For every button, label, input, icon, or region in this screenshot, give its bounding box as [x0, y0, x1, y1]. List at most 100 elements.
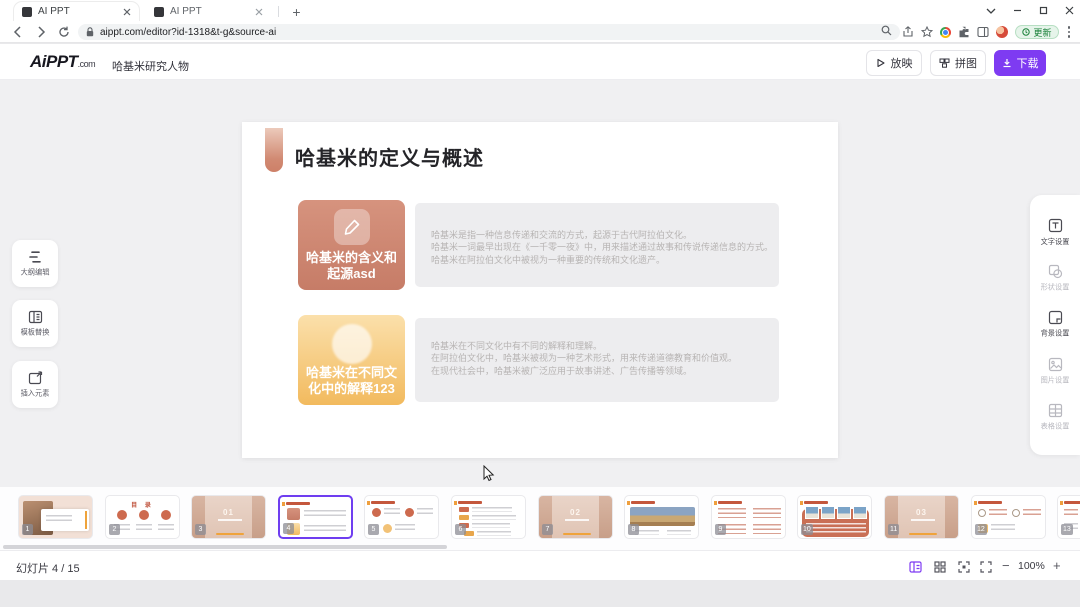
close-window-icon[interactable]: [1065, 6, 1074, 15]
template-swap-button[interactable]: 模板替换: [12, 300, 58, 347]
slide-thumbnail-1[interactable]: 1: [18, 495, 93, 539]
slide-thumbnail-4-selected[interactable]: 4: [278, 495, 353, 539]
browser-update-button[interactable]: 更新: [1015, 25, 1058, 39]
present-button[interactable]: 放映: [866, 50, 922, 76]
shape-settings-icon: [1048, 264, 1063, 279]
thumb-graphic: [46, 515, 72, 524]
zoom-out-button[interactable]: −: [1002, 558, 1010, 573]
thumb-number-badge: 12: [975, 524, 987, 535]
card-2-heading: 哈基米在不同文化中的解释123: [302, 365, 402, 397]
insert-element-button[interactable]: 插入元素: [12, 361, 58, 408]
status-bar: 幻灯片 4 / 15 − 100% +: [0, 550, 1080, 580]
zoom-in-button[interactable]: +: [1053, 558, 1061, 573]
maximize-icon[interactable]: [1039, 6, 1048, 15]
update-icon: [1022, 28, 1030, 36]
fullscreen-icon[interactable]: [978, 559, 993, 574]
thumb-number-badge: 9: [715, 524, 726, 535]
card-1-label-block[interactable]: 哈基米的含义和起源asd: [298, 200, 405, 290]
address-bar[interactable]: aippt.com/editor?id-1318&t-g&source-ai: [78, 24, 900, 40]
slide-thumbnail-7[interactable]: 02 7: [538, 495, 613, 539]
thumb-graphic: [806, 523, 866, 534]
slide-title[interactable]: 哈基米的定义与概述: [295, 142, 484, 171]
table-settings-button[interactable]: 表格设置: [1039, 403, 1071, 432]
image-settings-icon: [1048, 357, 1063, 372]
thumb-section-label: 02: [539, 508, 612, 517]
download-button[interactable]: 下载: [994, 50, 1046, 76]
slide-thumbnail-6[interactable]: 6: [451, 495, 526, 539]
thumb-graphic: [978, 501, 1002, 504]
slide-canvas[interactable]: 哈基米的定义与概述 哈基米的含义和起源asd 哈基米是指一种信息传递和交流的方式…: [242, 122, 838, 458]
browser-tab-active[interactable]: AI PPT: [14, 2, 139, 21]
slide-thumbnail-11[interactable]: 03 11: [884, 495, 959, 539]
new-tab-button[interactable]: +: [288, 3, 305, 20]
profile-avatar[interactable]: [996, 26, 1008, 38]
tab-close-icon[interactable]: [255, 8, 263, 16]
grid-view-icon[interactable]: [932, 559, 947, 574]
forward-icon[interactable]: [33, 24, 49, 40]
thumb-number-badge: 11: [888, 524, 899, 535]
thumb-graphic: [161, 510, 171, 520]
text-settings-icon: [1048, 218, 1063, 233]
outline-edit-icon: [27, 250, 43, 264]
slide-thumbnail-8[interactable]: 8: [624, 495, 699, 539]
thumb-graphic: [41, 509, 89, 531]
thumb-graphic: [405, 508, 414, 517]
card-2-body[interactable]: 哈基米在不同文化中有不同的解释和理解。 在阿拉伯文化中，哈基米被视为一种艺术形式…: [415, 318, 779, 402]
thumb-graphic: [472, 515, 516, 520]
card-1-line: 哈基米一词最早出现在《一千零一夜》中，用来描述通过故事和传说传递信息的方式。: [431, 241, 779, 253]
tab-close-icon[interactable]: [123, 8, 131, 16]
tab-favicon: [22, 7, 32, 17]
slide-thumbnail-10[interactable]: 10: [797, 495, 872, 539]
filmstrip-view-icon[interactable]: [908, 559, 923, 574]
background-settings-button[interactable]: 背景设置: [1039, 310, 1071, 339]
reload-icon[interactable]: [56, 24, 72, 40]
sidebar-panel-icon[interactable]: [977, 26, 989, 38]
card-1-body[interactable]: 哈基米是指一种信息传递和交流的方式，起源于古代阿拉伯文化。 哈基米一词最早出现在…: [415, 203, 779, 287]
thumb-section-label: 01: [192, 508, 265, 517]
thumb-graphic: [216, 533, 244, 536]
document-title[interactable]: 哈基米研究人物: [112, 58, 189, 74]
background-settings-label: 背景设置: [1041, 329, 1070, 339]
text-settings-button[interactable]: 文字设置: [1039, 218, 1071, 247]
slide-thumbnail-12[interactable]: 12: [971, 495, 1046, 539]
thumb-graphic: [477, 531, 511, 536]
share-icon[interactable]: [902, 26, 914, 38]
thumb-graphic: [139, 510, 149, 520]
thumb-graphic: [472, 507, 512, 512]
thumb-graphic: [371, 501, 395, 504]
thumb-graphic: [459, 515, 469, 520]
app-window: AI PPT AI PPT + aippt.com/editor: [0, 0, 1080, 607]
slide-thumbnail-5[interactable]: 5: [364, 495, 439, 539]
slide-thumbnail-2[interactable]: 目 录 2: [105, 495, 180, 539]
thumb-number-badge: 7: [542, 524, 553, 535]
back-icon[interactable]: [10, 24, 26, 40]
card-2-label-block[interactable]: 哈基米在不同文化中的解释123: [298, 315, 405, 405]
thumb-graphic: [945, 496, 958, 539]
thumb-graphic: [218, 519, 242, 521]
minimize-icon[interactable]: [1013, 6, 1022, 15]
chrome-extension-icon[interactable]: [940, 27, 951, 38]
collage-button[interactable]: 拼图: [930, 50, 986, 76]
extensions-puzzle-icon[interactable]: [958, 26, 970, 38]
download-label: 下载: [1017, 55, 1039, 71]
slide-thumbnail-3[interactable]: 01 3: [191, 495, 266, 539]
browser-tab-inactive[interactable]: AI PPT: [146, 2, 271, 21]
thumb-graphic: [383, 524, 392, 533]
image-settings-label: 图片设置: [1041, 375, 1070, 385]
shape-settings-button[interactable]: 形状设置: [1039, 264, 1071, 293]
browser-menu-icon[interactable]: [1066, 26, 1073, 38]
fit-screen-icon[interactable]: [956, 559, 971, 574]
outline-edit-button[interactable]: 大纲编辑: [12, 240, 58, 287]
slide-thumbnail-13[interactable]: 13: [1057, 495, 1080, 539]
thumb-graphic: [395, 524, 415, 533]
thumb-number-badge: 6: [455, 524, 466, 535]
thumb-toc-title: 目 录: [106, 500, 179, 509]
chevron-down-icon[interactable]: [986, 8, 996, 14]
card-1-heading: 哈基米的含义和起源asd: [302, 250, 402, 282]
image-settings-button[interactable]: 图片设置: [1039, 357, 1071, 386]
aippt-logo[interactable]: AiPPT.com: [30, 52, 95, 72]
zoom-page-icon[interactable]: [881, 23, 892, 41]
slide-thumbnail-9[interactable]: 9: [711, 495, 786, 539]
filmstrip-scrollbar[interactable]: [3, 545, 447, 549]
bookmark-star-icon[interactable]: [921, 26, 933, 38]
